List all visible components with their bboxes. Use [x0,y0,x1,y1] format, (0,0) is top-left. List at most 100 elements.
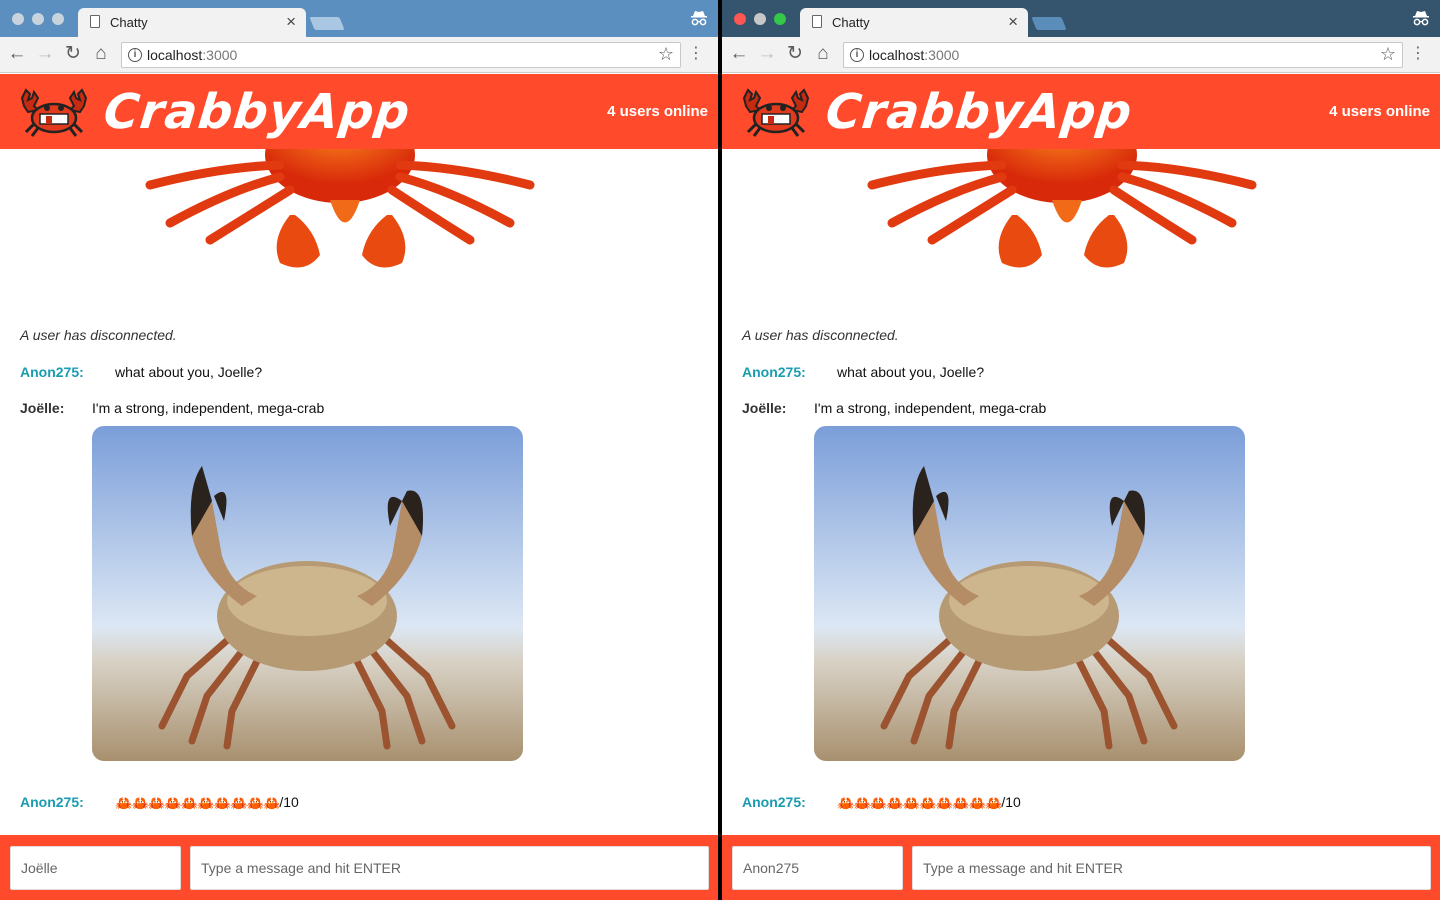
chat-composer [722,835,1440,900]
crab-icon: 🦀 [115,794,133,811]
chat-composer [0,835,718,900]
page-icon [90,15,100,28]
browser-window-left: Chatty × ← → ↻ ⌂ i localhost:3000 ☆ ⋮ Cr… [0,0,718,900]
forward-icon[interactable]: → [757,44,777,64]
address-bar[interactable]: i localhost:3000 ☆ [843,42,1403,68]
info-icon[interactable]: i [128,48,142,62]
address-bar[interactable]: i localhost:3000 ☆ [121,42,681,68]
bookmark-star-icon[interactable]: ☆ [1380,44,1396,65]
reload-icon[interactable]: ↻ [63,44,83,64]
url-text: localhost:3000 [869,47,960,63]
message-content: 🦀🦀🦀🦀🦀🦀🦀🦀🦀🦀/10 [837,794,1021,812]
crab-photo-image [814,426,1245,761]
message-input[interactable] [912,846,1431,890]
crab-icon: 🦀 [230,794,248,811]
crab-icon: 🦀 [837,794,855,811]
close-tab-icon[interactable]: × [1008,12,1018,32]
crab-icon: 🦀 [968,794,986,811]
more-menu-icon[interactable]: ⋮ [1410,45,1426,63]
back-icon[interactable]: ← [7,44,27,64]
crab-photo-image [92,426,523,761]
message-input[interactable] [190,846,709,890]
browser-toolbar: ← → ↻ ⌂ i localhost:3000 ☆ ⋮ [722,37,1440,73]
users-online-count: 4 users online [607,103,708,120]
info-icon[interactable]: i [850,48,864,62]
app-header: CrabbyApp 4 users online [722,74,1440,149]
app-title: CrabbyApp [101,84,414,140]
back-icon[interactable]: ← [729,44,749,64]
crab-icon: 🦀 [984,794,1003,811]
username-input[interactable] [732,846,903,890]
users-online-count: 4 users online [1329,103,1430,120]
home-icon[interactable]: ⌂ [91,44,111,64]
message-username: Joëlle: [742,400,787,416]
minimize-window-button[interactable] [754,13,766,25]
message-list: A user has disconnected. Anon275: what a… [722,149,1440,835]
rating-suffix: /10 [1001,794,1021,810]
close-window-button[interactable] [12,13,24,25]
minimize-window-button[interactable] [32,13,44,25]
system-message: A user has disconnected. [742,327,899,343]
crab-icon: 🦀 [131,794,149,811]
more-menu-icon[interactable]: ⋮ [688,45,704,63]
app-header: CrabbyApp 4 users online [0,74,718,149]
message-content: I'm a strong, independent, mega-crab [814,400,1047,416]
browser-window-right: Chatty × ← → ↻ ⌂ i localhost:3000 ☆ ⋮ Cr… [722,0,1440,900]
forward-icon[interactable]: → [35,44,55,64]
close-window-button[interactable] [734,13,746,25]
incognito-icon [691,11,707,26]
app-title: CrabbyApp [823,84,1136,140]
tab-title: Chatty [832,15,870,30]
crab-emoji-row: 🦀🦀🦀🦀🦀🦀🦀🦀🦀🦀 [115,794,281,812]
browser-toolbar: ← → ↻ ⌂ i localhost:3000 ☆ ⋮ [0,37,718,73]
message-content: what about you, Joelle? [115,364,263,380]
crab-banner-image [867,149,1257,268]
home-icon[interactable]: ⌂ [813,44,833,64]
crab-logo-icon [20,88,88,137]
crab-icon: 🦀 [213,794,232,811]
crab-icon: 🦀 [246,794,264,811]
crab-icon: 🦀 [952,794,970,811]
maximize-window-button[interactable] [52,13,64,25]
message-list: A user has disconnected. Anon275: what a… [0,149,718,835]
message-content: I'm a strong, independent, mega-crab [92,400,325,416]
crab-icon: 🦀 [164,794,182,811]
crab-logo-icon [742,88,810,137]
crab-icon: 🦀 [262,794,281,811]
new-tab-button[interactable] [309,17,345,30]
message-content: 🦀🦀🦀🦀🦀🦀🦀🦀🦀🦀/10 [115,794,299,812]
browser-tab[interactable]: Chatty × [800,8,1028,37]
url-text: localhost:3000 [147,47,238,63]
message-username: Anon275: [20,364,84,380]
username-input[interactable] [10,846,181,890]
message-username: Joëlle: [20,400,65,416]
crab-icon: 🦀 [147,794,166,811]
tab-title: Chatty [110,15,148,30]
crab-icon: 🦀 [180,794,199,811]
crab-icon: 🦀 [886,794,904,811]
crab-icon: 🦀 [935,794,954,811]
crab-icon: 🦀 [197,794,215,811]
bookmark-star-icon[interactable]: ☆ [658,44,674,65]
crab-icon: 🦀 [853,794,871,811]
crab-icon: 🦀 [919,794,937,811]
tab-strip: Chatty × [0,0,718,37]
incognito-icon [1413,11,1429,26]
close-tab-icon[interactable]: × [286,12,296,32]
crab-banner-image [145,149,535,268]
crab-emoji-row: 🦀🦀🦀🦀🦀🦀🦀🦀🦀🦀 [837,794,1003,812]
crab-icon: 🦀 [902,794,921,811]
rating-suffix: /10 [279,794,299,810]
tab-strip: Chatty × [722,0,1440,37]
crab-icon: 🦀 [869,794,888,811]
maximize-window-button[interactable] [774,13,786,25]
browser-tab[interactable]: Chatty × [78,8,306,37]
new-tab-button[interactable] [1031,17,1067,30]
message-content: what about you, Joelle? [837,364,985,380]
message-username: Anon275: [20,794,84,810]
reload-icon[interactable]: ↻ [785,44,805,64]
page-icon [812,15,822,28]
message-username: Anon275: [742,794,806,810]
system-message: A user has disconnected. [20,327,177,343]
message-username: Anon275: [742,364,806,380]
